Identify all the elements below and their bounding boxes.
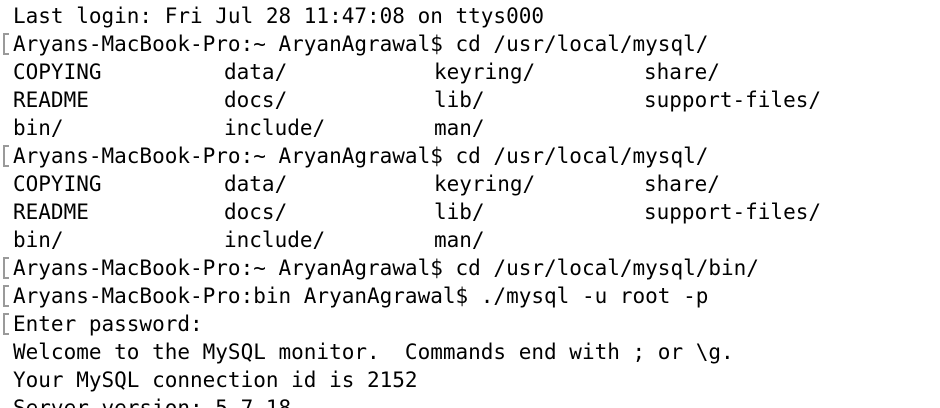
prompt-marker bbox=[3, 145, 9, 167]
prompt-marker bbox=[3, 313, 9, 335]
listing-cell: support-files/ bbox=[644, 88, 822, 112]
listing-row: README docs/ lib/ support-files/ bbox=[0, 86, 940, 114]
listing-cell: data/ bbox=[224, 60, 288, 84]
prompt-marker bbox=[3, 285, 9, 307]
listing-cell: man/ bbox=[434, 116, 485, 140]
listing-cell: support-files/ bbox=[644, 200, 822, 224]
listing-cell: bin/ bbox=[13, 116, 64, 140]
prompt-marker bbox=[3, 257, 9, 279]
command-line: Aryans-MacBook-Pro:~ AryanAgrawal$ cd /u… bbox=[13, 144, 709, 168]
prompt-marker bbox=[3, 33, 9, 55]
listing-cell: README bbox=[13, 88, 89, 112]
terminal-window[interactable]: Last login: Fri Jul 28 11:47:08 on ttys0… bbox=[0, 0, 940, 408]
listing-cell: bin/ bbox=[13, 228, 64, 252]
listing-row: README docs/ lib/ support-files/ bbox=[0, 198, 940, 226]
command-line: Aryans-MacBook-Pro:~ AryanAgrawal$ cd /u… bbox=[13, 256, 759, 280]
listing-cell: man/ bbox=[434, 228, 485, 252]
listing-cell: data/ bbox=[224, 172, 288, 196]
welcome-line: Welcome to the MySQL monitor. Commands e… bbox=[13, 340, 734, 364]
command-line: Aryans-MacBook-Pro:~ AryanAgrawal$ cd /u… bbox=[13, 32, 709, 56]
listing-cell: COPYING bbox=[13, 172, 102, 196]
last-login-line: Last login: Fri Jul 28 11:47:08 on ttys0… bbox=[13, 4, 545, 28]
listing-row: COPYING data/ keyring/ share/ bbox=[0, 170, 940, 198]
command-line: Aryans-MacBook-Pro:bin AryanAgrawal$ ./m… bbox=[13, 284, 709, 308]
listing-cell: lib/ bbox=[434, 200, 485, 224]
listing-cell: COPYING bbox=[13, 60, 102, 84]
listing-row: COPYING data/ keyring/ share/ bbox=[0, 58, 940, 86]
listing-cell: keyring/ bbox=[434, 172, 536, 196]
listing-cell: lib/ bbox=[434, 88, 485, 112]
connection-id-line: Your MySQL connection id is 2152 bbox=[13, 368, 418, 392]
password-prompt: Enter password: bbox=[13, 312, 203, 336]
server-version-line: Server version: 5.7.18 bbox=[13, 396, 292, 408]
listing-cell: share/ bbox=[644, 60, 720, 84]
listing-cell: docs/ bbox=[224, 200, 288, 224]
listing-cell: include/ bbox=[224, 228, 326, 252]
listing-row: bin/ include/ man/ bbox=[0, 226, 940, 254]
listing-cell: include/ bbox=[224, 116, 326, 140]
listing-cell: keyring/ bbox=[434, 60, 536, 84]
listing-cell: docs/ bbox=[224, 88, 288, 112]
listing-cell: README bbox=[13, 200, 89, 224]
listing-cell: share/ bbox=[644, 172, 720, 196]
listing-row: bin/ include/ man/ bbox=[0, 114, 940, 142]
